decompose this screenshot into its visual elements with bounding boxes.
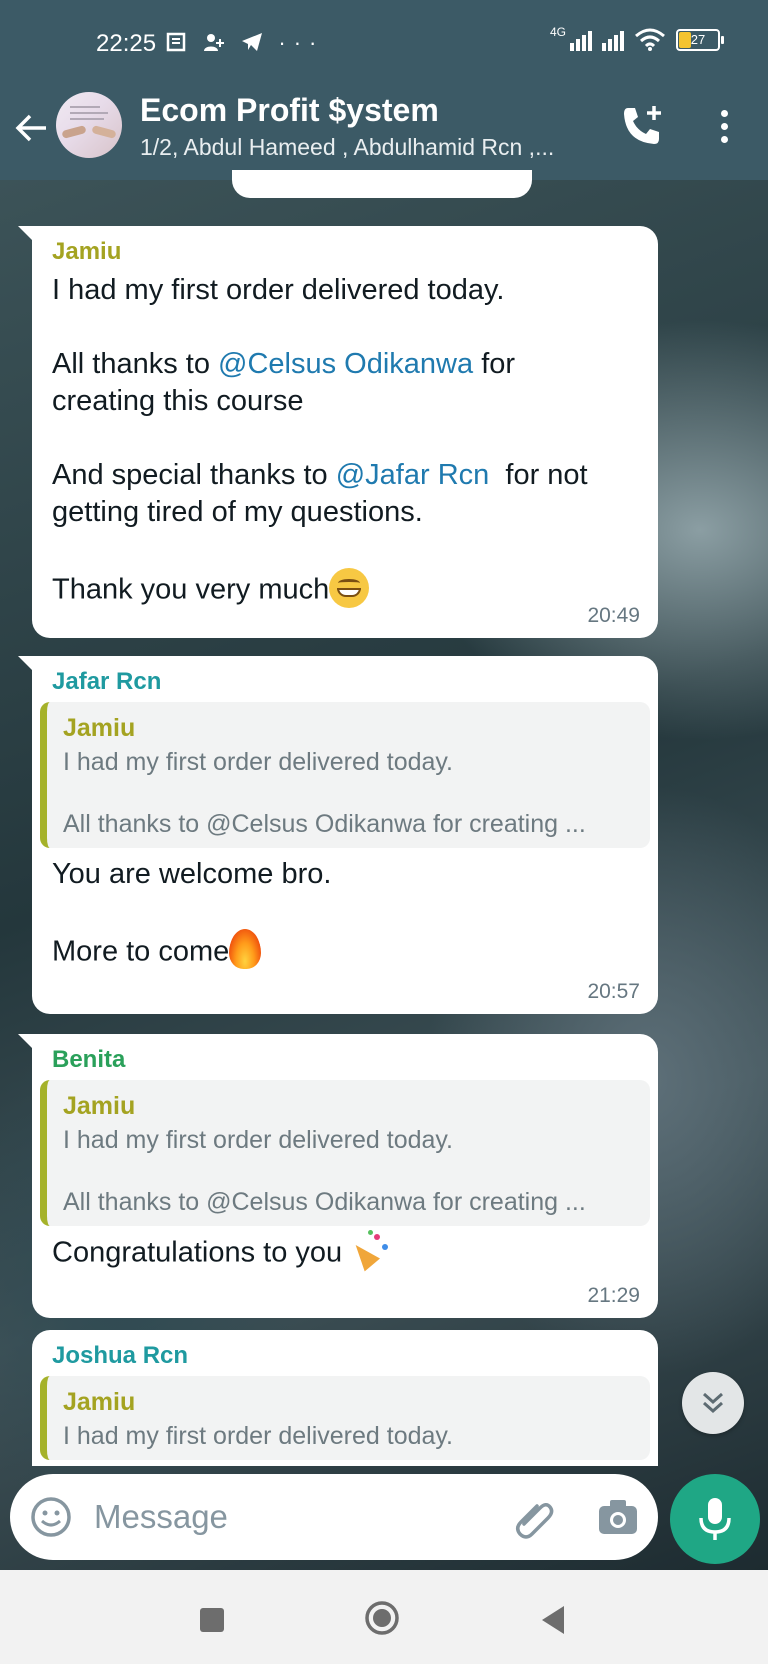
quoted-message[interactable]: Jamiu I had my first order delivered tod… xyxy=(40,1376,650,1460)
message-line: You are welcome bro. xyxy=(52,858,332,890)
message-line: I had my first order delivered today. xyxy=(52,274,505,306)
message-bubble[interactable]: Joshua Rcn Jamiu I had my first order de… xyxy=(32,1330,658,1466)
system-nav-bar xyxy=(0,1570,768,1664)
message-line: creating this course xyxy=(52,385,304,417)
message-bubble[interactable]: Benita Jamiu I had my first order delive… xyxy=(18,1034,658,1318)
quoted-message[interactable]: Jamiu I had my first order delivered tod… xyxy=(40,1080,650,1226)
signal-icon-2 xyxy=(602,29,624,51)
avatar-graphic-line xyxy=(70,118,104,120)
fire-emoji xyxy=(229,929,262,969)
attach-button[interactable] xyxy=(510,1494,558,1542)
message-line: And special thanks to @Jafar Rcn for not xyxy=(52,457,638,494)
mention-link[interactable]: @Celsus Odikanwa xyxy=(218,348,473,380)
quoted-sender: Jamiu xyxy=(63,1388,136,1416)
scroll-to-bottom-button[interactable] xyxy=(682,1372,744,1434)
quoted-text: All thanks to @Celsus Odikanwa for creat… xyxy=(63,1188,586,1216)
network-type: 4G xyxy=(549,25,566,39)
quoted-text: I had my first order delivered today. xyxy=(63,1422,453,1450)
person-add-icon xyxy=(204,34,225,51)
microphone-icon xyxy=(699,1498,731,1540)
group-avatar[interactable] xyxy=(56,92,122,158)
avatar-graphic-line xyxy=(70,112,108,114)
grinning-face-emoji xyxy=(329,568,370,608)
emoji-button[interactable] xyxy=(30,1496,72,1538)
phone-add-icon xyxy=(624,106,661,144)
quoted-sender: Jamiu xyxy=(63,1092,136,1120)
dot xyxy=(720,135,728,143)
battery-level: 27 xyxy=(690,32,706,47)
message-composer: Message xyxy=(10,1474,658,1560)
recent-apps-button[interactable] xyxy=(200,1608,224,1632)
status-right-icons: 4G 27 xyxy=(549,25,724,52)
more-notifications-icon: ··· xyxy=(278,30,325,55)
message-sender: Jamiu xyxy=(52,238,122,265)
message-text: You are welcome bro. More to come xyxy=(52,856,638,973)
message-line: Thank you very much xyxy=(52,568,638,611)
group-members[interactable]: 1/2, Abdul Hameed , Abdulhamid Rcn ,... xyxy=(140,134,554,161)
double-chevron-down-icon xyxy=(703,1392,723,1414)
mention-link[interactable]: @Jafar Rcn xyxy=(336,459,490,491)
chat-header: Ecom Profit $ystem 1/2, Abdul Hameed , A… xyxy=(0,88,768,180)
date-pill xyxy=(232,170,532,198)
message-time: 20:57 xyxy=(587,980,640,1003)
message-sender: Benita xyxy=(52,1046,126,1073)
status-bar: 22:25 ··· 4G 27 xyxy=(0,0,768,88)
party-popper-emoji xyxy=(348,1230,390,1272)
dot xyxy=(720,109,728,117)
message-bubble[interactable]: Jafar Rcn Jamiu I had my first order del… xyxy=(18,656,658,1014)
signal-icon xyxy=(570,29,592,51)
message-fragment: All thanks to xyxy=(52,348,219,380)
home-circle-icon xyxy=(365,1601,399,1635)
wifi-icon xyxy=(635,28,665,51)
group-title[interactable]: Ecom Profit $ystem xyxy=(140,92,439,129)
message-text: Congratulations to you xyxy=(52,1230,638,1274)
back-button[interactable] xyxy=(12,108,56,152)
message-fragment: Thank you very much xyxy=(52,573,330,606)
message-time: 20:49 xyxy=(587,604,640,627)
camera-button[interactable] xyxy=(596,1496,640,1538)
message-line: More to come xyxy=(52,929,638,973)
message-bubble[interactable]: Jamiu I had my first order delivered tod… xyxy=(18,226,658,638)
message-sender: Joshua Rcn xyxy=(52,1342,189,1369)
camera-icon xyxy=(599,1500,637,1534)
message-sender: Jafar Rcn xyxy=(52,668,162,695)
home-button[interactable] xyxy=(364,1600,400,1636)
avatar-hand xyxy=(61,125,87,139)
quoted-message[interactable]: Jamiu I had my first order delivered tod… xyxy=(40,702,650,848)
telegram-icon xyxy=(242,33,263,51)
message-text: I had my first order delivered today. Al… xyxy=(52,272,638,611)
message-fragment: for xyxy=(473,348,516,380)
message-line: Congratulations to you xyxy=(52,1230,638,1274)
smiley-icon xyxy=(31,1497,71,1537)
add-call-button[interactable] xyxy=(618,102,666,150)
dot xyxy=(720,122,728,130)
battery-icon: 27 xyxy=(676,29,724,51)
arrow-left-icon xyxy=(15,114,46,142)
news-icon xyxy=(166,32,186,52)
message-fragment: More to come xyxy=(52,935,230,968)
paperclip-icon xyxy=(516,1503,554,1539)
message-fragment: And special thanks to xyxy=(52,459,336,491)
avatar-graphic xyxy=(70,106,100,108)
voice-record-button[interactable] xyxy=(670,1474,760,1564)
message-time: 21:29 xyxy=(587,1284,640,1307)
status-time: 22:25 xyxy=(96,30,157,57)
quoted-text: All thanks to @Celsus Odikanwa for creat… xyxy=(63,810,586,838)
quoted-text: I had my first order delivered today. xyxy=(63,1126,453,1154)
message-line: getting tired of my questions. xyxy=(52,496,423,528)
message-fragment: for not xyxy=(489,459,588,491)
message-input[interactable]: Message xyxy=(94,1498,228,1536)
nav-back-button[interactable] xyxy=(542,1606,564,1634)
quoted-text: I had my first order delivered today. xyxy=(63,748,453,776)
message-fragment: Congratulations to you xyxy=(52,1236,351,1269)
message-line: All thanks to @Celsus Odikanwa for xyxy=(52,346,638,383)
notification-icons: ··· xyxy=(166,30,324,56)
avatar-hand xyxy=(91,125,117,139)
quoted-sender: Jamiu xyxy=(63,714,136,742)
more-options-button[interactable] xyxy=(704,102,744,150)
